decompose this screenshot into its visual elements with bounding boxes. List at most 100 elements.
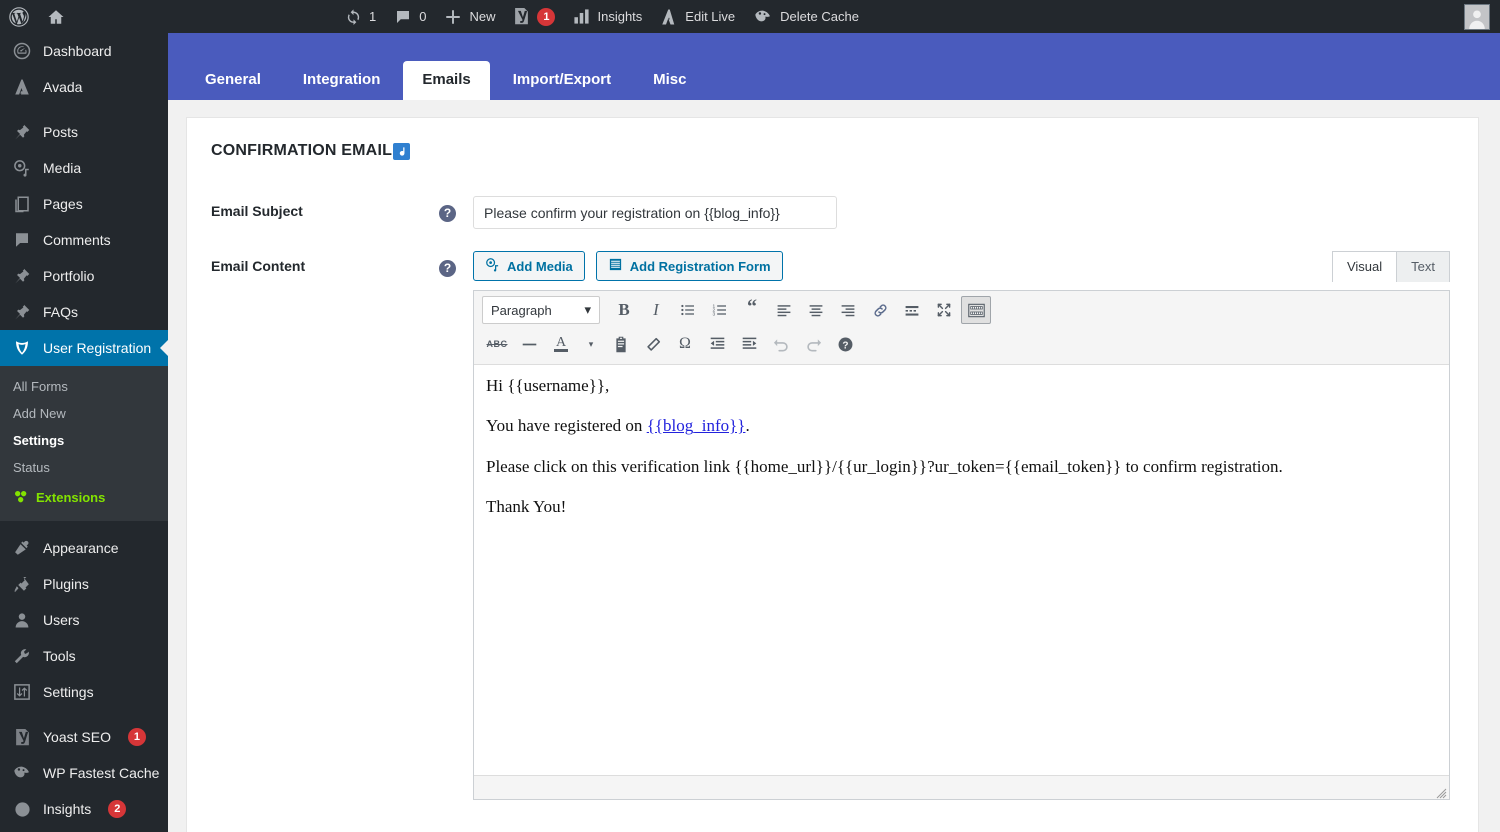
sidebar-item-posts[interactable]: Posts bbox=[0, 114, 168, 150]
sidebar-item-label: Settings bbox=[43, 684, 94, 700]
submenu-item-extensions[interactable]: Extensions bbox=[0, 481, 168, 513]
clear-formatting-button[interactable] bbox=[638, 330, 668, 358]
text-color-button[interactable]: A bbox=[546, 330, 576, 358]
wpfc-icon bbox=[753, 8, 773, 26]
sidebar-item-appearance[interactable]: Appearance bbox=[0, 530, 168, 566]
comments-icon bbox=[12, 230, 32, 250]
sidebar-item-label: Users bbox=[43, 612, 80, 628]
align-left-button[interactable] bbox=[769, 296, 799, 324]
bulleted-list-button[interactable] bbox=[673, 296, 703, 324]
resize-grip[interactable] bbox=[1435, 786, 1447, 799]
horizontal-rule-button[interactable] bbox=[514, 330, 544, 358]
submenu-item-status[interactable]: Status bbox=[0, 454, 168, 481]
bold-button[interactable]: B bbox=[609, 296, 639, 324]
svg-text:?: ? bbox=[842, 340, 848, 351]
sidebar-separator bbox=[0, 521, 168, 530]
site-name-menu[interactable] bbox=[38, 0, 74, 33]
tab-emails[interactable]: Emails bbox=[403, 60, 490, 100]
delete-cache-menu[interactable]: Delete Cache bbox=[744, 0, 868, 33]
sidebar-item-dashboard[interactable]: Dashboard bbox=[0, 33, 168, 69]
undo-button[interactable] bbox=[766, 330, 796, 358]
sidebar-item-user-registration[interactable]: User Registration bbox=[0, 330, 168, 366]
fullscreen-button[interactable] bbox=[929, 296, 959, 324]
blog-info-link[interactable]: {{blog_info}} bbox=[647, 416, 746, 435]
tab-integration[interactable]: Integration bbox=[284, 61, 400, 101]
insert-link-button[interactable] bbox=[865, 296, 895, 324]
editor-paragraph: Please click on this verification link {… bbox=[486, 456, 1283, 476]
align-right-button[interactable] bbox=[833, 296, 863, 324]
sidebar-item-wp-fastest-cache[interactable]: WP Fastest Cache bbox=[0, 755, 168, 791]
tab-visual-editor[interactable]: Visual bbox=[1331, 250, 1398, 282]
user-registration-icon bbox=[12, 338, 32, 358]
appearance-icon bbox=[12, 538, 32, 558]
user-registration-submenu: All Forms Add New Settings Status Extens… bbox=[0, 366, 168, 521]
sidebar-item-avada[interactable]: Avada bbox=[0, 69, 168, 105]
updates-menu[interactable]: 1 bbox=[336, 0, 385, 33]
yoast-update-badge: 1 bbox=[127, 728, 146, 746]
strikethrough-button[interactable]: ABC bbox=[482, 330, 512, 358]
wordpress-logo-menu[interactable] bbox=[0, 0, 38, 33]
comments-count: 0 bbox=[419, 9, 427, 24]
sidebar-item-media[interactable]: Media bbox=[0, 150, 168, 186]
blockquote-button[interactable]: “ bbox=[737, 296, 767, 324]
toolbar-toggle-button[interactable] bbox=[961, 296, 991, 324]
comments-icon bbox=[394, 8, 412, 26]
pin-icon bbox=[12, 302, 32, 322]
sidebar-item-users[interactable]: Users bbox=[0, 602, 168, 638]
email-subject-input[interactable] bbox=[473, 196, 837, 229]
collapse-toggle-icon[interactable] bbox=[393, 142, 411, 160]
plus-icon bbox=[444, 8, 462, 26]
indent-button[interactable] bbox=[734, 330, 764, 358]
submenu-item-add-new[interactable]: Add New bbox=[0, 400, 168, 427]
paste-as-text-button[interactable] bbox=[606, 330, 636, 358]
updates-icon bbox=[345, 8, 362, 25]
sidebar-item-portfolio[interactable]: Portfolio bbox=[0, 258, 168, 294]
sidebar-item-settings[interactable]: Settings bbox=[0, 674, 168, 710]
submenu-item-settings[interactable]: Settings bbox=[0, 427, 168, 454]
edit-live-menu[interactable]: Edit Live bbox=[651, 0, 744, 33]
avatar[interactable] bbox=[1464, 3, 1490, 30]
sidebar-item-tools[interactable]: Tools bbox=[0, 638, 168, 674]
sidebar-item-insights[interactable]: Insights 2 bbox=[0, 791, 168, 827]
comments-menu[interactable]: 0 bbox=[385, 0, 435, 33]
yoast-icon bbox=[513, 7, 530, 26]
submenu-item-label: All Forms bbox=[13, 379, 68, 394]
add-media-label: Add Media bbox=[507, 258, 573, 274]
italic-button[interactable]: I bbox=[641, 296, 671, 324]
keyboard-shortcuts-button[interactable]: ? bbox=[830, 330, 860, 358]
email-content-editor-body[interactable]: Hi {{username}}, You have registered on … bbox=[474, 365, 1449, 775]
yoast-menu[interactable]: 1 bbox=[504, 0, 564, 33]
read-more-button[interactable] bbox=[897, 296, 927, 324]
text-color-caret[interactable]: ▾ bbox=[577, 330, 605, 358]
sidebar-item-label: Dashboard bbox=[43, 43, 112, 59]
sidebar-item-label: Appearance bbox=[43, 540, 119, 556]
redo-button[interactable] bbox=[798, 330, 828, 358]
add-media-button[interactable]: Add Media bbox=[473, 251, 585, 281]
edit-live-label: Edit Live bbox=[685, 9, 736, 24]
yoast-icon bbox=[12, 727, 32, 747]
submenu-item-all-forms[interactable]: All Forms bbox=[0, 373, 168, 400]
tab-import-export[interactable]: Import/Export bbox=[494, 61, 630, 101]
outdent-button[interactable] bbox=[702, 330, 732, 358]
sidebar-item-plugins[interactable]: Plugins bbox=[0, 566, 168, 602]
special-character-button[interactable]: Ω bbox=[670, 330, 700, 358]
help-icon[interactable]: ? bbox=[439, 260, 456, 277]
new-content-menu[interactable]: New bbox=[435, 0, 504, 33]
editor-paragraph: You have registered on {{blog_info}}. bbox=[486, 415, 1437, 436]
add-registration-form-button[interactable]: Add Registration Form bbox=[595, 251, 783, 281]
help-icon[interactable]: ? bbox=[439, 205, 456, 222]
sidebar-item-yoast-seo[interactable]: Yoast SEO 1 bbox=[0, 719, 168, 755]
insights-menu[interactable]: Insights bbox=[564, 0, 651, 33]
tab-misc[interactable]: Misc bbox=[634, 61, 705, 101]
paragraph-format-select[interactable]: Paragraph ▾ bbox=[482, 296, 600, 324]
email-subject-row: Email Subject ? bbox=[211, 196, 1450, 229]
align-center-button[interactable] bbox=[801, 296, 831, 324]
numbered-list-button[interactable]: 123 bbox=[705, 296, 735, 324]
sidebar-item-faqs[interactable]: FAQs bbox=[0, 294, 168, 330]
delete-cache-label: Delete Cache bbox=[780, 9, 859, 24]
tab-general[interactable]: General bbox=[186, 61, 280, 101]
sidebar-item-pages[interactable]: Pages bbox=[0, 186, 168, 222]
tab-text-editor[interactable]: Text bbox=[1396, 250, 1450, 282]
sidebar-item-comments[interactable]: Comments bbox=[0, 222, 168, 258]
settings-icon bbox=[12, 682, 32, 702]
